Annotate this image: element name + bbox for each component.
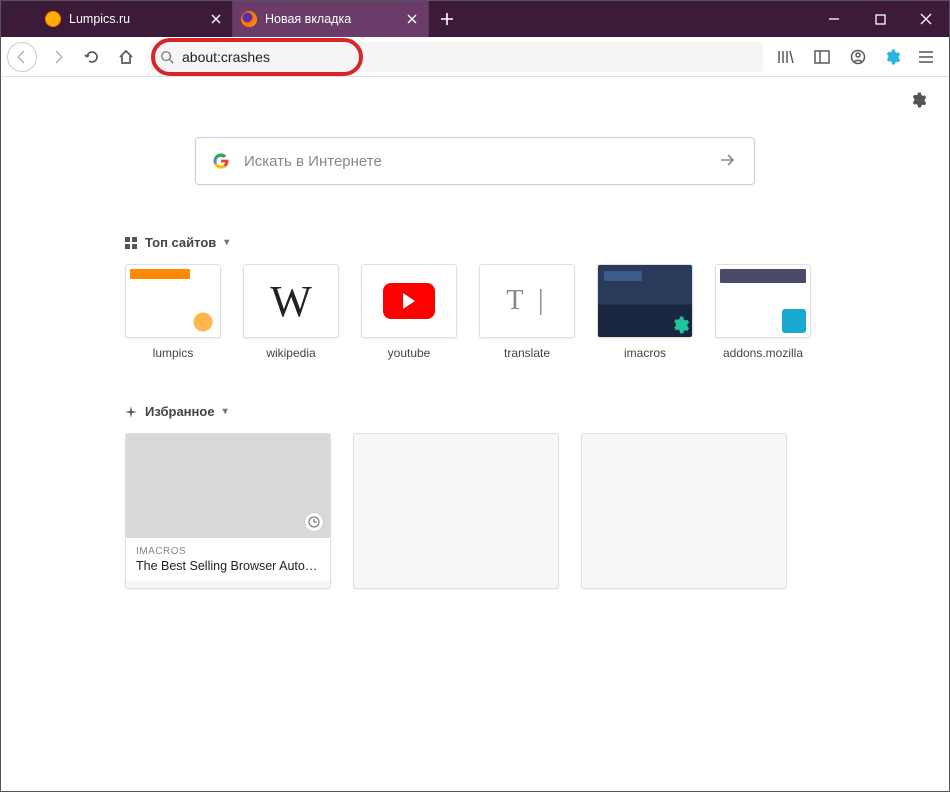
search-input[interactable]	[244, 153, 718, 170]
highlights-header[interactable]: Избранное ▾	[125, 404, 825, 419]
window-controls	[811, 1, 949, 37]
tile-thumb	[715, 264, 811, 338]
tile-lumpics[interactable]: lumpics	[125, 264, 221, 360]
extension-gear-button[interactable]	[877, 42, 907, 72]
page-settings-button[interactable]	[909, 91, 927, 114]
tabstrip: Lumpics.ru Новая вкладка	[1, 1, 465, 37]
close-icon[interactable]	[404, 11, 420, 27]
tile-thumb: T |	[479, 264, 575, 338]
close-window-button[interactable]	[903, 1, 949, 37]
search-submit-button[interactable]	[718, 151, 738, 171]
urlbar-container	[149, 42, 763, 72]
tile-youtube[interactable]: youtube	[361, 264, 457, 360]
firefox-favicon	[241, 11, 257, 27]
tile-label: imacros	[597, 346, 693, 360]
tile-label: youtube	[361, 346, 457, 360]
tab-label: Новая вкладка	[265, 12, 404, 26]
newtab-content: Топ сайтов ▾ lumpics W wikipedia youtube…	[1, 77, 949, 791]
reload-button[interactable]	[75, 42, 109, 72]
topsites-tiles: lumpics W wikipedia youtube T | translat…	[125, 264, 825, 360]
search-box[interactable]	[195, 137, 755, 185]
url-bar[interactable]	[149, 42, 763, 72]
grid-icon	[125, 237, 137, 249]
tile-thumb	[597, 264, 693, 338]
highlights-row: IMACROS The Best Selling Browser Automat…	[125, 433, 825, 589]
chevron-down-icon: ▾	[223, 406, 228, 417]
search-icon	[160, 50, 174, 64]
imacros-thumb	[598, 265, 692, 337]
account-button[interactable]	[841, 42, 875, 72]
tile-label: addons.mozilla	[715, 346, 811, 360]
section-title: Избранное	[145, 404, 215, 419]
tile-translate[interactable]: T | translate	[479, 264, 575, 360]
tile-thumb: W	[243, 264, 339, 338]
url-input[interactable]	[182, 49, 752, 65]
tab-lumpics[interactable]: Lumpics.ru	[37, 1, 233, 37]
maximize-button[interactable]	[857, 1, 903, 37]
card-meta: IMACROS The Best Selling Browser Automat…	[126, 538, 330, 581]
tab-label: Lumpics.ru	[69, 12, 208, 26]
tile-label: wikipedia	[243, 346, 339, 360]
home-button[interactable]	[109, 42, 143, 72]
minimize-button[interactable]	[811, 1, 857, 37]
forward-button[interactable]	[41, 42, 75, 72]
wikipedia-w-icon: W	[270, 276, 312, 327]
highlight-empty-slot	[581, 433, 787, 589]
toolbar-icons	[769, 42, 943, 72]
highlight-empty-slot	[353, 433, 559, 589]
youtube-icon	[383, 283, 435, 319]
tile-thumb	[361, 264, 457, 338]
chevron-down-icon: ▾	[224, 237, 229, 248]
topsites-header[interactable]: Топ сайтов ▾	[125, 235, 825, 250]
lumpics-favicon	[45, 11, 61, 27]
tab-newtab[interactable]: Новая вкладка	[233, 1, 429, 37]
card-title: The Best Selling Browser Automati…	[136, 559, 320, 573]
tile-label: translate	[479, 346, 575, 360]
newtab-button[interactable]	[429, 1, 465, 37]
gear-icon	[670, 315, 690, 335]
addons-thumb	[716, 265, 810, 337]
tile-thumb	[125, 264, 221, 338]
nav-toolbar	[1, 37, 949, 77]
app-menu-button[interactable]	[909, 42, 943, 72]
card-preview	[126, 434, 330, 538]
highlights-section: Избранное ▾ IMACROS The Best Selling Bro…	[125, 404, 825, 589]
translate-icon: T |	[506, 285, 547, 317]
section-title: Топ сайтов	[145, 235, 216, 250]
history-badge	[304, 512, 324, 532]
tile-imacros[interactable]: imacros	[597, 264, 693, 360]
topsites-section: Топ сайтов ▾ lumpics W wikipedia youtube…	[125, 235, 825, 360]
sidebar-button[interactable]	[805, 42, 839, 72]
google-icon	[212, 152, 230, 170]
close-icon[interactable]	[208, 11, 224, 27]
tile-wikipedia[interactable]: W wikipedia	[243, 264, 339, 360]
card-source: IMACROS	[136, 546, 320, 557]
highlight-card-imacros[interactable]: IMACROS The Best Selling Browser Automat…	[125, 433, 331, 589]
back-button[interactable]	[7, 42, 37, 72]
tile-label: lumpics	[125, 346, 221, 360]
spark-icon	[125, 406, 137, 418]
tile-addons[interactable]: addons.mozilla	[715, 264, 811, 360]
addon-badge-icon	[782, 309, 806, 333]
titlebar: Lumpics.ru Новая вкладка	[1, 1, 949, 37]
library-button[interactable]	[769, 42, 803, 72]
